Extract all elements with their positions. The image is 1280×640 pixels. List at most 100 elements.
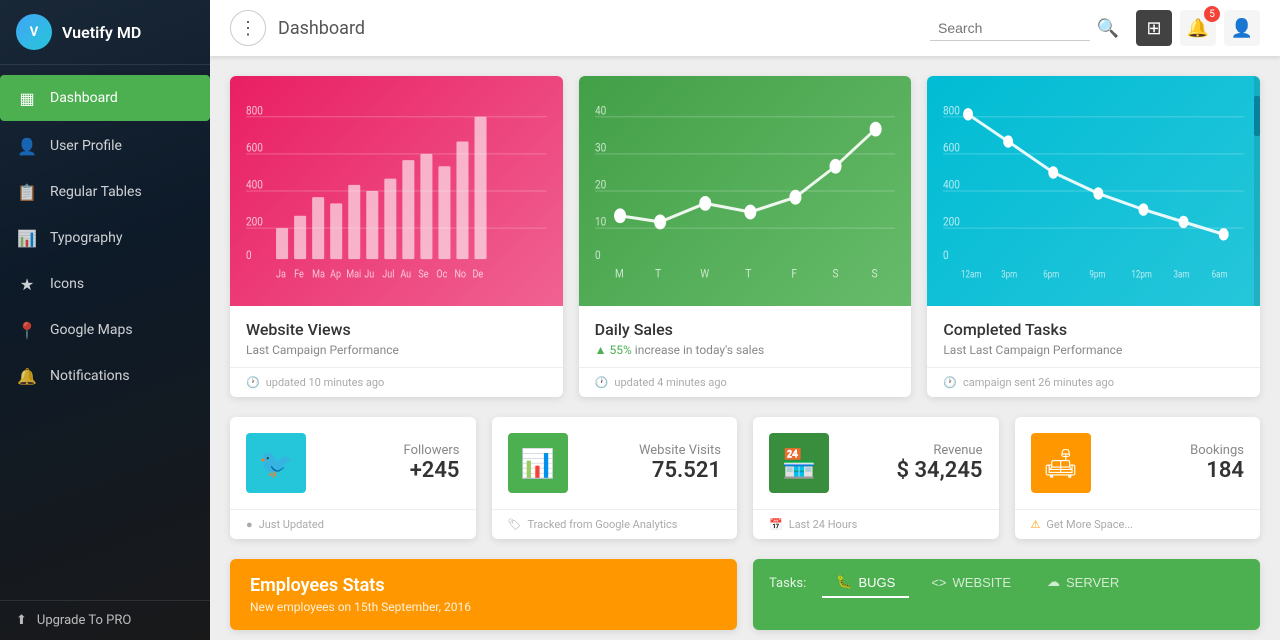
bar-chart-icon: 📊	[520, 447, 555, 480]
topbar-icons: ⊞ 🔔 5 👤	[1136, 10, 1260, 46]
menu-dots-icon: ⋮	[239, 18, 257, 39]
clock-icon: 🕐	[246, 376, 260, 389]
svg-text:F: F	[791, 267, 797, 281]
notifications-button[interactable]: 🔔 5	[1180, 10, 1216, 46]
bookings-value: 184	[1107, 458, 1245, 483]
svg-text:9pm: 9pm	[1090, 270, 1106, 281]
followers-footer: ● Just Updated	[230, 509, 476, 539]
user-account-button[interactable]: 👤	[1224, 10, 1260, 46]
upgrade-button[interactable]: ⬆ Upgrade To PRO	[0, 600, 210, 640]
svg-text:Fe: Fe	[294, 269, 304, 281]
svg-text:12am: 12am	[961, 270, 981, 281]
grid-view-button[interactable]: ⊞	[1136, 10, 1172, 46]
brand-name: Vuetify MD	[62, 23, 141, 42]
topbar: ⋮ Dashboard 🔍 ⊞ 🔔 5 👤	[210, 0, 1280, 56]
search-button[interactable]: 🔍	[1090, 10, 1126, 46]
brand-logo: V	[16, 14, 52, 50]
menu-button[interactable]: ⋮	[230, 10, 266, 46]
employees-stats-card: Employees Stats New employees on 15th Se…	[230, 559, 737, 630]
tag-icon: 🏷	[508, 518, 522, 531]
visits-footer: 🏷 Tracked from Google Analytics	[492, 509, 738, 539]
tasks-label: Tasks:	[769, 576, 806, 591]
bug-icon: 🐛	[836, 574, 852, 590]
user-profile-icon: 👤	[16, 135, 38, 157]
daily-sales-chart: 40 30 20 10 0	[579, 76, 912, 306]
store-icon-box: 🏪	[769, 433, 829, 493]
revenue-footer: 📅 Last 24 Hours	[753, 509, 999, 539]
svg-text:0: 0	[246, 248, 252, 262]
warning-icon: ⚠	[1031, 518, 1041, 531]
sidebar-item-notifications[interactable]: 🔔 Notifications	[0, 353, 210, 399]
svg-text:Au: Au	[400, 269, 411, 281]
sidebar-item-label: Google Maps	[50, 322, 133, 338]
completed-tasks-body: Completed Tasks Last Last Campaign Perfo…	[927, 306, 1260, 367]
svg-text:Jul: Jul	[382, 269, 394, 281]
google-maps-icon: 📍	[16, 319, 38, 341]
sidebar-nav: ▦ Dashboard 👤 User Profile 📋 Regular Tab…	[0, 65, 210, 600]
svg-text:400: 400	[943, 178, 960, 192]
clock-icon: 🕐	[943, 376, 957, 389]
employees-header: Employees Stats New employees on 15th Se…	[230, 559, 737, 630]
typography-icon: 📊	[16, 227, 38, 249]
svg-text:200: 200	[943, 215, 960, 229]
tab-website[interactable]: <> WEBSITE	[917, 569, 1025, 598]
svg-text:Ju: Ju	[364, 269, 374, 281]
bookings-label: Bookings	[1107, 443, 1245, 458]
website-views-card: 800 600 400 200 0	[230, 76, 563, 397]
svg-text:3pm: 3pm	[1001, 270, 1017, 281]
cloud-icon: ☁	[1047, 574, 1060, 590]
dashboard-icon: ▦	[16, 87, 38, 109]
revenue-card: 🏪 Revenue $ 34,245 📅 Last 24 Hours	[753, 417, 999, 539]
tab-bugs[interactable]: 🐛 BUGS	[822, 568, 909, 598]
svg-text:800: 800	[943, 103, 960, 117]
daily-sales-subtitle: ▲ 55% increase in today's sales	[595, 343, 896, 357]
svg-text:800: 800	[246, 103, 263, 117]
svg-text:6pm: 6pm	[1044, 270, 1060, 281]
search-input[interactable]	[930, 16, 1090, 41]
calendar-icon: 📅	[769, 518, 783, 531]
sidebar-item-dashboard[interactable]: ▦ Dashboard	[0, 75, 210, 121]
svg-text:10: 10	[595, 215, 606, 229]
sidebar-item-label: Typography	[50, 230, 122, 246]
sidebar-item-icons[interactable]: ★ Icons	[0, 261, 210, 307]
sidebar-item-user-profile[interactable]: 👤 User Profile	[0, 123, 210, 169]
twitter-icon-box: 🐦	[246, 433, 306, 493]
svg-text:3am: 3am	[1174, 270, 1190, 281]
website-views-footer: 🕐 updated 10 minutes ago	[230, 367, 563, 397]
update-icon: ●	[246, 518, 253, 531]
svg-text:400: 400	[246, 178, 263, 192]
chart-cards-row: 800 600 400 200 0	[230, 76, 1260, 397]
svg-text:Mai: Mai	[346, 269, 361, 281]
completed-tasks-subtitle: Last Last Campaign Performance	[943, 343, 1244, 357]
couch-icon: 🛋	[1043, 447, 1079, 480]
svg-text:Ja: Ja	[276, 269, 286, 281]
website-views-body: Website Views Last Campaign Performance	[230, 306, 563, 367]
twitter-icon: 🐦	[259, 447, 294, 480]
sidebar-item-typography[interactable]: 📊 Typography	[0, 215, 210, 261]
store-icon: 🏪	[782, 447, 817, 480]
followers-label: Followers	[322, 443, 460, 458]
visits-value: 75.521	[584, 458, 722, 483]
grid-icon: ⊞	[1146, 18, 1161, 39]
employees-title: Employees Stats	[250, 575, 717, 596]
notification-badge: 5	[1204, 6, 1220, 22]
svg-text:40: 40	[595, 103, 606, 117]
upgrade-label: Upgrade To PRO	[37, 613, 131, 628]
svg-text:S: S	[832, 267, 838, 281]
daily-sales-body: Daily Sales ▲ 55% increase in today's sa…	[579, 306, 912, 367]
svg-text:T: T	[745, 267, 751, 281]
tab-server[interactable]: ☁ SERVER	[1033, 568, 1133, 598]
svg-text:6am: 6am	[1212, 270, 1228, 281]
svg-text:12pm: 12pm	[1132, 270, 1153, 281]
website-views-title: Website Views	[246, 320, 547, 339]
daily-sales-footer: 🕐 updated 4 minutes ago	[579, 367, 912, 397]
sidebar-item-google-maps[interactable]: 📍 Google Maps	[0, 307, 210, 353]
followers-card: 🐦 Followers +245 ● Just Updated	[230, 417, 476, 539]
user-icon: 👤	[1231, 18, 1253, 39]
website-views-subtitle: Last Campaign Performance	[246, 343, 547, 357]
svg-text:Se: Se	[418, 269, 428, 281]
sidebar-item-regular-tables[interactable]: 📋 Regular Tables	[0, 169, 210, 215]
clock-icon: 🕐	[595, 376, 609, 389]
upgrade-icon: ⬆	[16, 613, 27, 628]
chart-icon-box: 📊	[508, 433, 568, 493]
